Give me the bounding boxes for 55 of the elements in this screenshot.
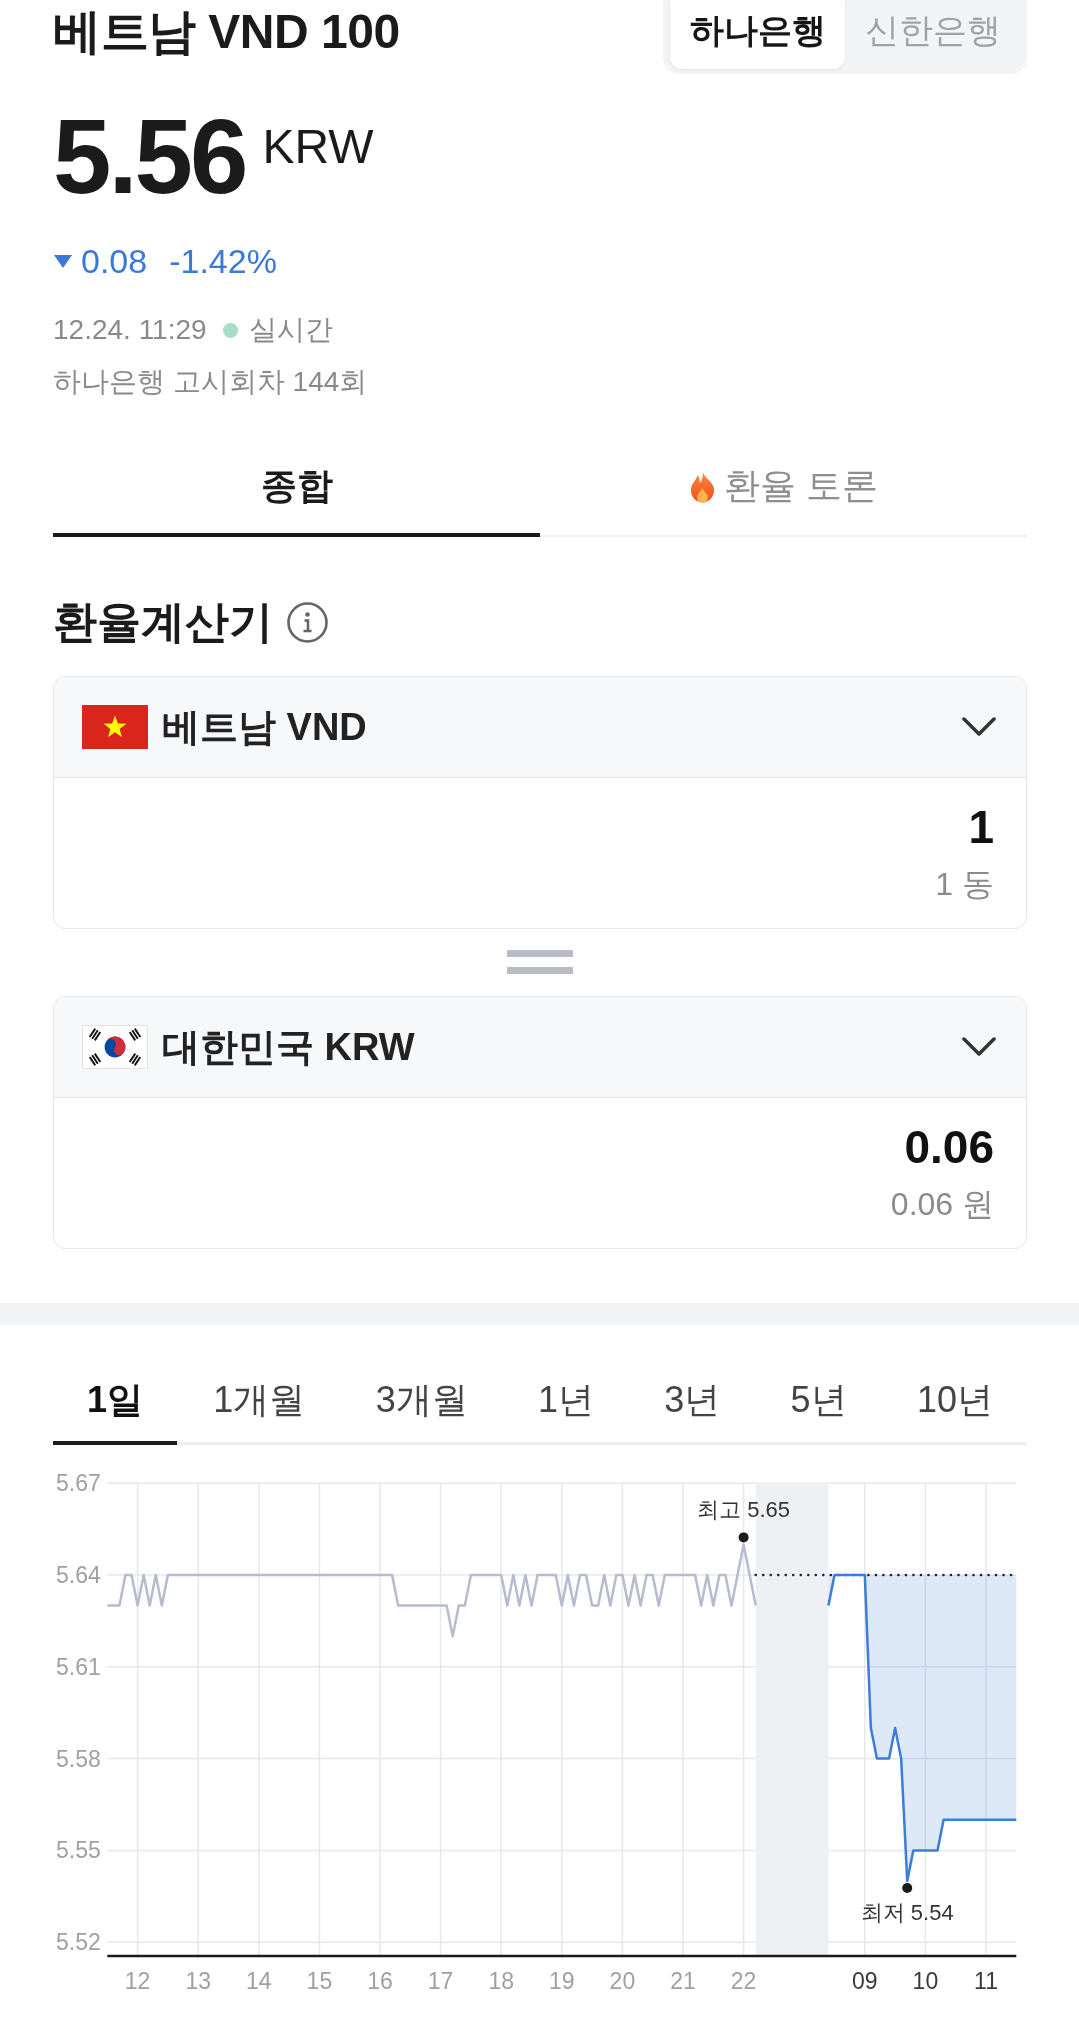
- currency-dropdown[interactable]: 대한민국 KRW: [54, 997, 1026, 1098]
- x-tick-label: 22: [730, 1968, 757, 1994]
- y-tick-label: 5.61: [56, 1653, 101, 1680]
- x-tick-label: 12: [124, 1968, 151, 1994]
- point-marker-icon: [738, 1532, 749, 1543]
- change-amount: 0.08: [81, 241, 148, 281]
- fire-icon: [689, 470, 716, 503]
- x-tick-label: 09: [852, 1968, 878, 1994]
- x-tick-label: 10: [912, 1968, 939, 1994]
- period-tab[interactable]: 1년: [503, 1360, 628, 1445]
- y-tick-label: 5.55: [56, 1837, 101, 1864]
- amount-in-words: 0.06 원: [890, 1185, 994, 1224]
- amount-in-words: 1 동: [935, 865, 994, 904]
- x-tick-label: 16: [367, 1968, 393, 1994]
- period-tab[interactable]: 5년: [756, 1360, 881, 1445]
- low-point-label: 최저 5.54: [860, 1899, 954, 1925]
- high-point-label: 최고 5.65: [697, 1496, 791, 1522]
- chevron-down-icon: [962, 717, 996, 737]
- korea-flag-icon: [82, 1025, 148, 1069]
- bank-tab[interactable]: 하나은행: [670, 0, 845, 69]
- content-tab[interactable]: 종합: [53, 440, 540, 537]
- update-time: 12.24. 11:29: [53, 313, 207, 347]
- x-tick-label: 15: [306, 1968, 333, 1994]
- x-tick-label: 14: [246, 1968, 272, 1994]
- x-tick-label: 20: [609, 1968, 636, 1994]
- currency-dropdown[interactable]: 베트남 VND: [54, 677, 1026, 778]
- handle-bars-icon[interactable]: [507, 950, 573, 974]
- x-tick-label: 21: [670, 1968, 696, 1994]
- page-title: 베트남 VND 100: [53, 4, 400, 60]
- vietnam-flag-icon: [82, 705, 148, 749]
- notice-round: 하나은행 고시회차 144회: [53, 365, 368, 399]
- period-tab[interactable]: 1일: [53, 1360, 178, 1445]
- y-tick-label: 5.67: [56, 1470, 101, 1497]
- amount-input[interactable]: 1: [86, 801, 994, 853]
- period-tab[interactable]: 10년: [882, 1360, 1027, 1445]
- period-tab[interactable]: 3개월: [341, 1360, 502, 1445]
- period-tab[interactable]: 3년: [630, 1360, 755, 1445]
- currency-unit: KRW: [262, 123, 374, 171]
- y-tick-label: 5.52: [56, 1929, 101, 1956]
- amount-input[interactable]: 0.06: [86, 1121, 994, 1173]
- exchange-rate-value: 5.56: [53, 104, 246, 209]
- change-rate: -1.42%: [169, 241, 277, 281]
- y-tick-label: 5.64: [56, 1562, 101, 1588]
- live-label: 실시간: [248, 313, 333, 347]
- chevron-down-icon: [962, 1037, 996, 1057]
- point-marker-icon: [902, 1883, 913, 1894]
- info-icon[interactable]: [287, 601, 328, 643]
- x-tick-label: 13: [185, 1968, 211, 1994]
- y-tick-label: 5.58: [56, 1745, 101, 1772]
- section-title: 환율계산기: [53, 596, 273, 648]
- x-tick-label: 11: [974, 1968, 998, 1994]
- x-tick-label: 17: [427, 1968, 454, 1994]
- x-tick-label: 19: [549, 1968, 575, 1994]
- x-tick-label: 18: [488, 1968, 514, 1994]
- period-tab[interactable]: 1개월: [179, 1360, 340, 1445]
